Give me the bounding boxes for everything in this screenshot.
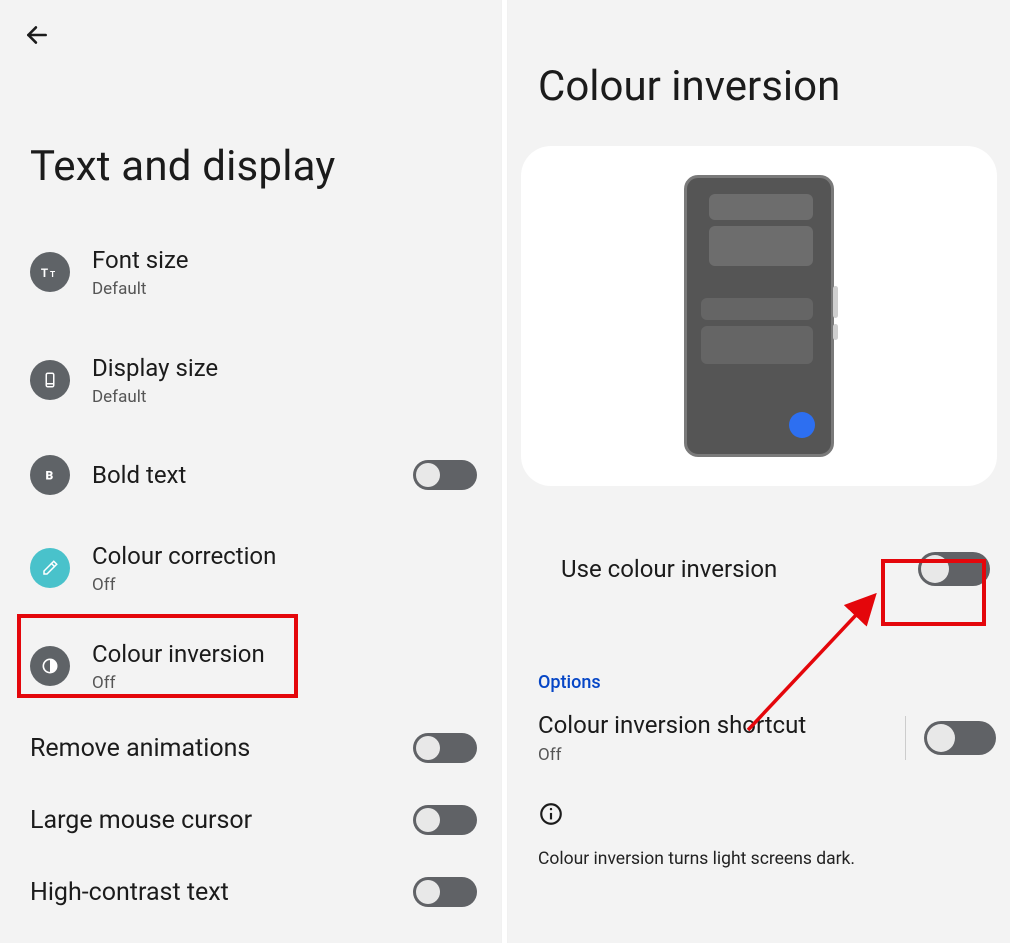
item-subtitle: Default — [92, 387, 487, 407]
svg-text:T: T — [41, 266, 48, 280]
svg-text:B: B — [46, 469, 54, 483]
toggle-high-contrast[interactable] — [413, 877, 477, 907]
phone-preview — [684, 175, 834, 457]
item-subtitle: Off — [92, 575, 487, 595]
panel-text-and-display: Text and display TT Font size Default Di… — [0, 0, 501, 943]
panel-colour-inversion: Colour inversion Use colour inversion Op… — [508, 0, 1010, 943]
item-title: Bold text — [92, 460, 413, 490]
shortcut-separator — [905, 716, 906, 760]
page-title: Colour inversion — [508, 0, 1010, 146]
info-text: Colour inversion turns light screens dar… — [508, 839, 1010, 869]
info-icon — [538, 812, 564, 831]
svg-text:T: T — [50, 270, 55, 280]
contrast-icon — [30, 646, 70, 686]
shortcut-title: Colour inversion shortcut — [538, 711, 895, 739]
item-bold-text[interactable]: B Bold text — [0, 441, 501, 509]
row-use-colour-inversion[interactable]: Use colour inversion — [508, 536, 1010, 602]
back-icon[interactable] — [24, 33, 50, 52]
page-title: Text and display — [0, 52, 501, 231]
row-shortcut[interactable]: Colour inversion shortcut Off — [508, 701, 1010, 779]
item-remove-animations[interactable]: Remove animations — [0, 719, 501, 777]
item-title: Font size — [92, 245, 487, 275]
row-title: Use colour inversion — [561, 555, 918, 583]
item-large-cursor[interactable]: Large mouse cursor — [0, 791, 501, 849]
text-size-icon: TT — [30, 252, 70, 292]
phone-icon — [30, 360, 70, 400]
toggle-use-colour-inversion[interactable] — [918, 552, 990, 586]
item-subtitle: Default — [92, 279, 487, 299]
section-options: Options — [508, 648, 1010, 701]
item-title: Remove animations — [30, 734, 413, 763]
panel-separator — [502, 0, 507, 943]
item-font-size[interactable]: TT Font size Default — [0, 231, 501, 313]
item-title: Colour correction — [92, 541, 487, 571]
shortcut-subtitle: Off — [538, 745, 895, 765]
item-colour-inversion[interactable]: Colour inversion Off — [0, 625, 501, 707]
item-title: High-contrast text — [30, 878, 413, 907]
item-high-contrast[interactable]: High-contrast text — [0, 863, 501, 921]
toggle-shortcut[interactable] — [924, 721, 996, 755]
eyedropper-icon — [30, 548, 70, 588]
preview-card — [521, 146, 997, 486]
toggle-large-cursor[interactable] — [413, 805, 477, 835]
item-colour-correction[interactable]: Colour correction Off — [0, 527, 501, 609]
bold-icon: B — [30, 455, 70, 495]
toggle-remove-animations[interactable] — [413, 733, 477, 763]
item-title: Display size — [92, 353, 487, 383]
toggle-bold-text[interactable] — [413, 460, 477, 490]
item-title: Colour inversion — [92, 639, 487, 669]
item-display-size[interactable]: Display size Default — [0, 339, 501, 421]
item-subtitle: Off — [92, 673, 487, 693]
item-title: Large mouse cursor — [30, 806, 413, 835]
